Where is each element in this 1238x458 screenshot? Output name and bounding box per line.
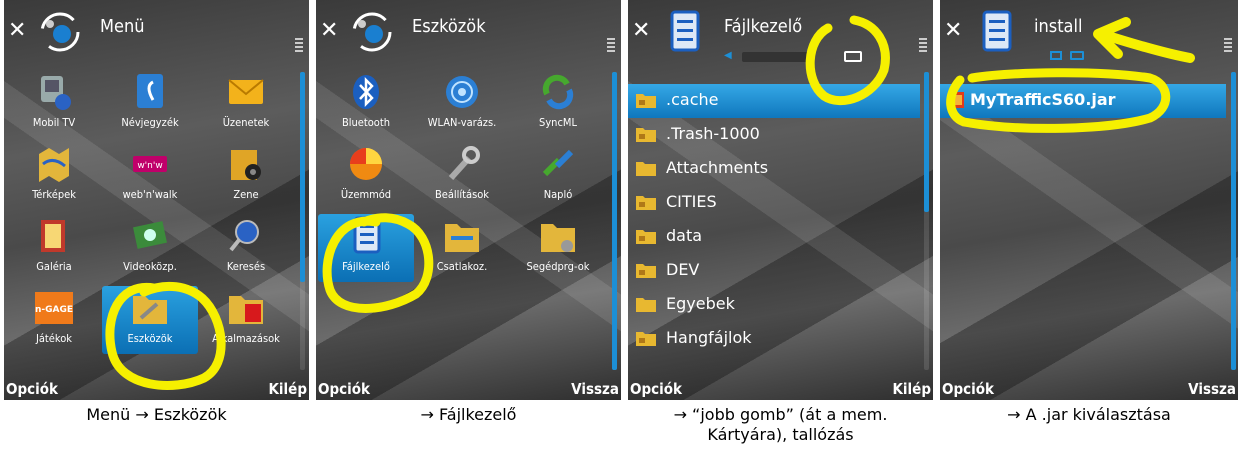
caption: → Fájlkezelő (420, 405, 517, 424)
panel-install: ✕ install MyTrafficS60.jar Opciók Vissza… (940, 0, 1238, 424)
panel-fajlkezelo: ✕ Fájlkezelő ◀ .cache .Trash-1000 Attach… (628, 0, 933, 444)
highlight-circle (805, 15, 890, 106)
highlight-circle (322, 213, 434, 313)
caption: Menü → Eszközök (86, 405, 227, 424)
phone-screen: ✕ Eszközök Bluetooth WLAN-varázs. SyncML… (316, 0, 621, 400)
phone-screen: ✕ Menü Mobil TV Névjegyzék Üzenetek Térk… (4, 0, 309, 400)
caption-line-1: → “jobb gomb” (át a mem. (673, 405, 888, 424)
highlight-marks (946, 17, 1195, 133)
caption-line-2: Kártyára), tallózás (707, 425, 854, 444)
caption: → A .jar kiválasztása (1007, 405, 1171, 424)
panel-eszkozok: ✕ Eszközök Bluetooth WLAN-varázs. SyncML… (316, 0, 621, 424)
phone-screen: ✕ Fájlkezelő ◀ .cache .Trash-1000 Attach… (628, 0, 933, 400)
phone-screen: ✕ install MyTrafficS60.jar Opciók Vissza (940, 0, 1238, 400)
highlight-circle (105, 281, 226, 390)
caption: → “jobb gomb” (át a mem. Kártyára), tall… (628, 405, 933, 445)
panel-menu: ✕ Menü Mobil TV Névjegyzék Üzenetek Térk… (4, 0, 309, 424)
